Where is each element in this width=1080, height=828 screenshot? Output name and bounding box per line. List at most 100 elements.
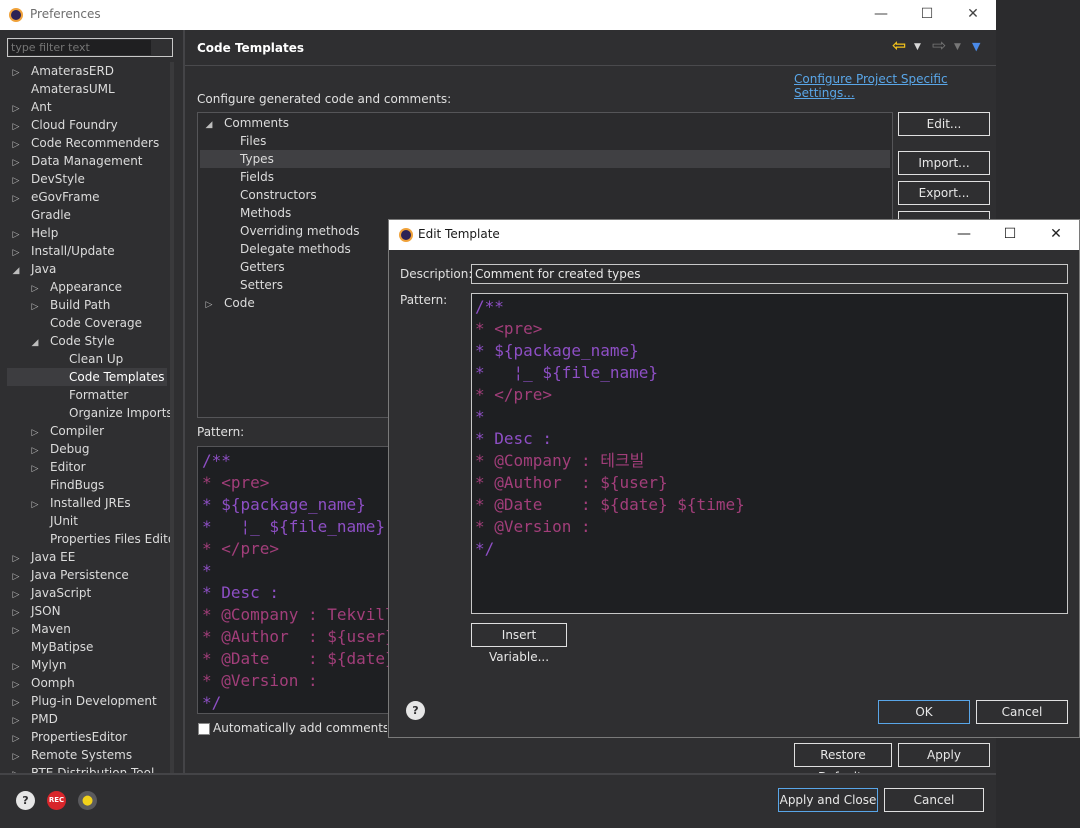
edit-button[interactable]: Edit...: [898, 112, 990, 136]
dialog-maximize-button[interactable]: ☐: [987, 220, 1033, 250]
tree-scrollbar[interactable]: [170, 62, 174, 774]
tree-item[interactable]: ▷ Remote Systems: [7, 746, 167, 764]
tree-item[interactable]: ▷ Plug-in Development: [7, 692, 167, 710]
tree-item[interactable]: ▷ PropertiesEditor: [7, 728, 167, 746]
description-input[interactable]: Comment for created types: [471, 264, 1068, 284]
template-item[interactable]: Files: [200, 132, 890, 150]
tree-item[interactable]: ▷ Debug: [7, 440, 167, 458]
code-line: * @Author : ${user}: [202, 627, 395, 646]
record-icon[interactable]: REC: [47, 791, 66, 810]
view-menu-icon[interactable]: ▼: [972, 40, 980, 53]
tree-item-label: Properties Files Editor: [50, 532, 173, 546]
template-item[interactable]: Constructors: [200, 186, 890, 204]
tree-item[interactable]: ▷ Java Persistence: [7, 566, 167, 584]
tree-item-label: Mylyn: [31, 658, 67, 672]
minimize-button[interactable]: —: [858, 0, 904, 30]
tree-item[interactable]: ▷ AmaterasERD: [7, 62, 167, 80]
tree-item[interactable]: Code Templates: [7, 368, 167, 386]
cancel-button[interactable]: Cancel: [884, 788, 984, 812]
tree-item-label: Remote Systems: [31, 748, 133, 762]
tree-item[interactable]: Properties Files Editor: [7, 530, 173, 548]
preferences-titlebar: Preferences — ☐ ✕: [0, 0, 996, 30]
tree-item[interactable]: ▷ Build Path: [7, 296, 167, 314]
lightbulb-icon[interactable]: ●: [78, 791, 97, 810]
tree-item[interactable]: FindBugs: [7, 476, 167, 494]
tree-item[interactable]: ▷ Oomph: [7, 674, 167, 692]
tree-item[interactable]: ▷ Installed JREs: [7, 494, 167, 512]
tree-item-label: Gradle: [31, 208, 71, 222]
tree-item[interactable]: Organize Imports: [7, 404, 173, 422]
tree-item[interactable]: ▷ Editor: [7, 458, 167, 476]
auto-comments-checkbox[interactable]: [198, 723, 210, 735]
configure-project-link[interactable]: Configure Project Specific Settings...: [794, 72, 996, 100]
code-line: * @Version :: [202, 671, 318, 690]
tree-item[interactable]: ▷ Install/Update: [7, 242, 167, 260]
tree-item[interactable]: MyBatipse: [7, 638, 167, 656]
export-all-button[interactable]: [898, 211, 990, 219]
tree-item[interactable]: ◢ Code Style: [7, 332, 167, 350]
tree-item[interactable]: ▷ eGovFrame: [7, 188, 167, 206]
back-arrow-icon[interactable]: ⇦: [892, 36, 906, 56]
template-item[interactable]: Fields: [200, 168, 890, 186]
close-button[interactable]: ✕: [950, 0, 996, 30]
tree-item[interactable]: Gradle: [7, 206, 167, 224]
tree-item-label: Plug-in Development: [31, 694, 157, 708]
tree-item[interactable]: ▷ PMD: [7, 710, 167, 728]
apply-and-close-button[interactable]: Apply and Close: [778, 788, 878, 812]
tree-item[interactable]: ▷ Java EE: [7, 548, 167, 566]
export-button[interactable]: Export...: [898, 181, 990, 205]
tree-item[interactable]: Clean Up: [7, 350, 167, 368]
tree-item[interactable]: JUnit: [7, 512, 167, 530]
tree-item[interactable]: ▷ Cloud Foundry: [7, 116, 167, 134]
tree-item-label: PropertiesEditor: [31, 730, 128, 744]
tree-item[interactable]: ▷ JSON: [7, 602, 167, 620]
back-dropdown-icon[interactable]: ▼: [914, 42, 921, 52]
template-item[interactable]: ◢ Comments: [200, 114, 890, 132]
tree-item-label: Java: [31, 262, 57, 276]
tree-item[interactable]: ▷ Help: [7, 224, 167, 242]
forward-dropdown-icon[interactable]: ▼: [954, 42, 961, 52]
template-item[interactable]: Types: [200, 150, 890, 168]
restore-defaults-button[interactable]: Restore Defaults: [794, 743, 892, 784]
tree-item[interactable]: ▷ Code Recommenders: [7, 134, 167, 152]
forward-arrow-icon[interactable]: ⇨: [932, 36, 946, 56]
tree-item[interactable]: ▷ DevStyle: [7, 170, 167, 188]
collapsed-arrow-icon[interactable]: ▷: [204, 296, 214, 314]
help-icon[interactable]: ?: [16, 791, 35, 810]
filter-input[interactable]: [9, 40, 151, 55]
apply-button[interactable]: Apply: [898, 743, 990, 767]
pattern-editor[interactable]: /** * <pre> * ${package_name} * ¦_ ${file_n…: [471, 293, 1068, 614]
tree-item-label: Formatter: [69, 388, 129, 402]
tree-item[interactable]: ▷ JavaScript: [7, 584, 167, 602]
dialog-minimize-button[interactable]: —: [941, 220, 987, 250]
tree-item[interactable]: ◢ Java: [7, 260, 167, 278]
tree-item[interactable]: ▷ Appearance: [7, 278, 167, 296]
filter-box: [7, 38, 173, 57]
tree-item[interactable]: ▷ Compiler: [7, 422, 167, 440]
code-line: *: [475, 407, 485, 426]
dialog-cancel-button[interactable]: Cancel: [976, 700, 1068, 724]
tree-item[interactable]: Formatter: [7, 386, 167, 404]
tree-item-label: Help: [31, 226, 59, 240]
template-item-label: Delegate methods: [240, 242, 351, 256]
tree-item[interactable]: ▷ Maven: [7, 620, 167, 638]
template-item-label: Constructors: [240, 188, 317, 202]
maximize-button[interactable]: ☐: [904, 0, 950, 30]
dialog-help-icon[interactable]: ?: [406, 701, 425, 720]
tree-item-label: Appearance: [50, 280, 123, 294]
pattern-code: /** * <pre> * ${package_name} * ¦_ ${file_n…: [202, 450, 396, 713]
sash[interactable]: [183, 30, 185, 774]
dialog-close-button[interactable]: ✕: [1033, 220, 1079, 250]
tree-item[interactable]: ▷ Ant: [7, 98, 167, 116]
code-line: /**: [475, 297, 504, 316]
tree-item[interactable]: ▷ Data Management: [7, 152, 167, 170]
tree-item-label: Build Path: [50, 298, 111, 312]
tree-item[interactable]: AmaterasUML: [7, 80, 167, 98]
tree-item[interactable]: ▷ Mylyn: [7, 656, 167, 674]
tree-item-label: Data Management: [31, 154, 143, 168]
insert-variable-button[interactable]: Insert Variable...: [471, 623, 567, 664]
import-button[interactable]: Import...: [898, 151, 990, 175]
tree-item[interactable]: Code Coverage: [7, 314, 167, 332]
ok-button[interactable]: OK: [878, 700, 970, 724]
tree-item-label: AmaterasERD: [31, 64, 115, 78]
